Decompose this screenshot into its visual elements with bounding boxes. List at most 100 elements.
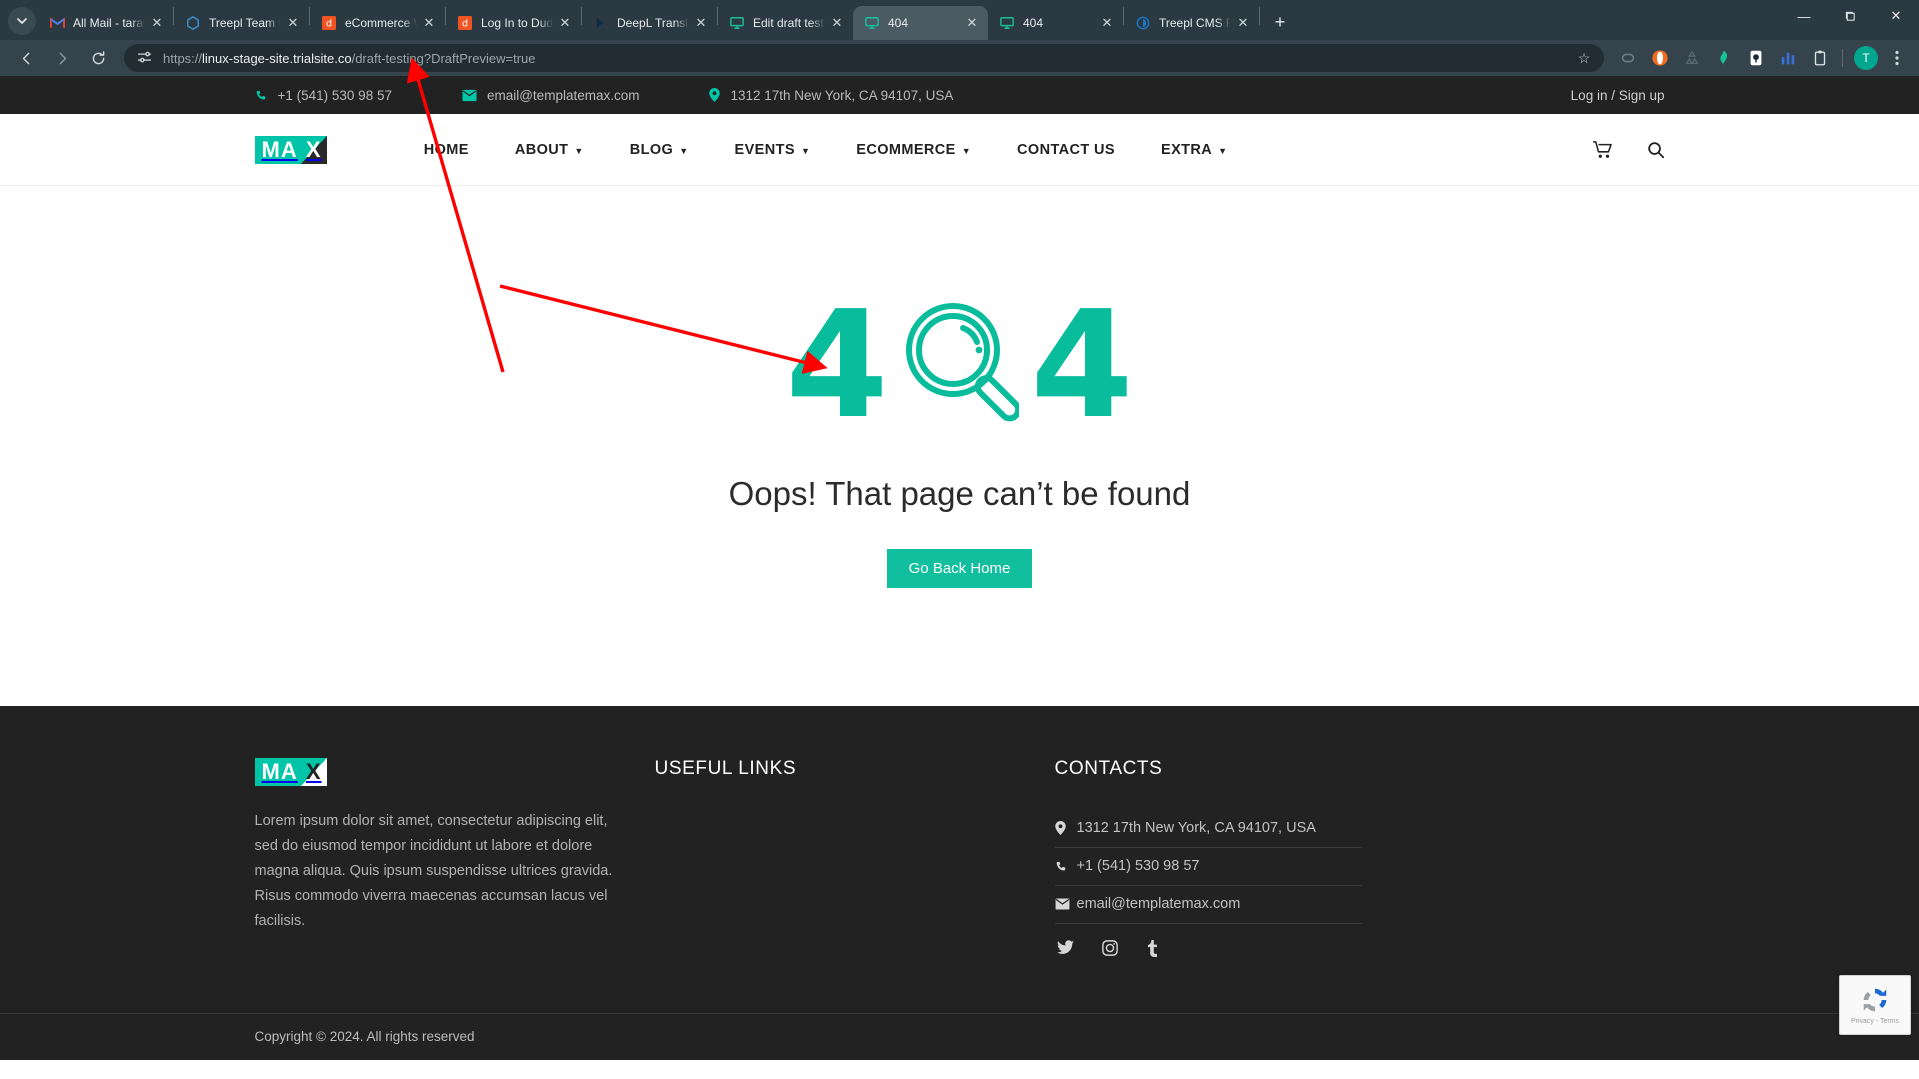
browser-toolbar: https://linux-stage-site.trialsite.co/dr… [0, 40, 1919, 76]
logo-text-x: X [300, 135, 327, 164]
error-graphic: 4 4 [786, 291, 1134, 439]
toolbar-divider [1842, 49, 1843, 67]
recaptcha-badge[interactable]: Privacy - Terms [1839, 975, 1911, 1035]
monitor-icon [999, 15, 1015, 31]
site-settings-icon[interactable] [136, 49, 154, 67]
svg-text:d: d [326, 19, 332, 30]
search-icon[interactable] [1647, 141, 1665, 159]
link-icon[interactable] [1615, 45, 1641, 71]
topbar-address-text: 1312 17th New York, CA 94107, USA [730, 87, 954, 103]
tab-title: All Mail - taras.r@web [73, 16, 145, 30]
treepl-icon [185, 15, 201, 31]
close-icon[interactable]: ✕ [829, 15, 845, 31]
footer-social-links [1055, 940, 1455, 957]
navbar-actions [1559, 140, 1665, 159]
close-icon[interactable]: ✕ [1099, 15, 1115, 31]
browser-tab[interactable]: Treepl Team v7.0 Back ✕ [174, 6, 309, 40]
browser-tab-active[interactable]: 404 ✕ [853, 6, 988, 40]
browser-tab[interactable]: d Log In to Duda Platfo ✕ [446, 6, 581, 40]
close-icon[interactable]: ✕ [1235, 15, 1251, 31]
duda-icon: d [321, 15, 337, 31]
tab-search-button[interactable] [8, 7, 36, 35]
tab-title: Log In to Duda Platfo [481, 16, 553, 30]
menu-item-contact-us[interactable]: CONTACT US [1017, 142, 1115, 158]
site-logo[interactable]: MA X [254, 135, 327, 164]
recaptcha-label: Privacy - Terms [1850, 1018, 1900, 1025]
close-icon[interactable]: ✕ [421, 15, 437, 31]
menu-item-extra[interactable]: EXTRA ▼ [1161, 142, 1227, 158]
menu-item-about[interactable]: ABOUT ▼ [515, 142, 584, 158]
menu-item-ecommerce[interactable]: ECOMMERCE ▼ [856, 142, 971, 158]
browser-tab[interactable]: Treepl CMS Features f ✕ [1124, 6, 1259, 40]
browser-tab[interactable]: DeepL Translate: The ✕ [582, 6, 717, 40]
gmail-icon [49, 15, 65, 31]
error-section: 4 4 Oops! That page can’t be found Go Ba… [0, 186, 1919, 706]
browser-tab[interactable]: 404 ✕ [988, 6, 1123, 40]
copyright-text: Copyright © 2024. All rights reserved [254, 1029, 475, 1044]
location-icon [709, 88, 721, 102]
topbar-phone[interactable]: +1 (541) 530 98 57 [255, 88, 392, 103]
bookmark-star-icon[interactable]: ☆ [1574, 50, 1594, 67]
recycle-icon[interactable] [1679, 45, 1705, 71]
address-bar[interactable]: https://linux-stage-site.trialsite.co/dr… [124, 44, 1604, 72]
menu-item-blog[interactable]: BLOG ▼ [630, 142, 689, 158]
close-icon[interactable]: ✕ [557, 15, 573, 31]
close-icon[interactable]: ✕ [964, 15, 980, 31]
chevron-down-icon: ▼ [1218, 145, 1228, 156]
tab-title: 404 [1023, 16, 1044, 30]
topbar-email-text: email@templatemax.com [486, 87, 640, 103]
topbar-email[interactable]: email@templatemax.com [462, 87, 640, 103]
error-digit-right: 4 [1030, 279, 1134, 451]
clipboard-icon[interactable] [1807, 45, 1833, 71]
bird-icon[interactable] [1711, 45, 1737, 71]
site-footer: MA X Lorem ipsum dolor sit amet, consect… [0, 706, 1919, 1013]
login-signup-link[interactable]: Log in / Sign up [1571, 88, 1665, 103]
magnifier-icon [901, 298, 1021, 433]
window-controls: — ✕ [1781, 0, 1919, 40]
tab-title: Treepl Team v7.0 Back [209, 16, 281, 30]
duda-icon: d [457, 15, 473, 31]
chevron-down-icon: ▼ [574, 145, 584, 156]
deepl-icon [593, 15, 609, 31]
browser-tab[interactable]: d eCommerce Website ✕ [310, 6, 445, 40]
footer-address-text: 1312 17th New York, CA 94107, USA [1076, 820, 1316, 836]
opera-icon[interactable] [1647, 45, 1673, 71]
back-icon[interactable] [12, 44, 40, 72]
twitter-icon[interactable] [1056, 940, 1074, 957]
footer-email-text: email@templatemax.com [1076, 896, 1241, 912]
tumblr-icon[interactable] [1146, 940, 1158, 957]
footer-about-text: Lorem ipsum dolor sit amet, consectetur … [254, 813, 613, 929]
footer-contact-email[interactable]: email@templatemax.com [1054, 886, 1362, 924]
close-icon[interactable]: ✕ [693, 15, 709, 31]
error-heading: Oops! That page can’t be found [728, 475, 1191, 512]
password-icon[interactable] [1743, 45, 1769, 71]
footer-copyright-bar: Copyright © 2024. All rights reserved [0, 1013, 1919, 1060]
location-icon [1054, 821, 1077, 835]
forward-icon[interactable] [48, 44, 76, 72]
maximize-button[interactable] [1827, 0, 1873, 32]
reload-icon[interactable] [84, 44, 112, 72]
footer-useful-links-title: USEFUL LINKS [654, 758, 797, 779]
close-icon[interactable]: ✕ [149, 15, 165, 31]
cart-icon[interactable] [1592, 140, 1613, 159]
footer-logo[interactable]: MA X [254, 758, 327, 786]
chrome-menu-icon[interactable] [1886, 45, 1908, 71]
instagram-icon[interactable] [1101, 940, 1118, 957]
menu-item-events[interactable]: EVENTS ▼ [735, 142, 811, 158]
browser-tab[interactable]: All Mail - taras.r@web ✕ [38, 6, 173, 40]
error-digit-left: 4 [785, 279, 889, 451]
footer-contacts-column: CONTACTS 1312 17th New York, CA 94107, U… [1054, 758, 1455, 957]
phone-icon [1055, 860, 1077, 873]
close-button[interactable]: ✕ [1873, 0, 1919, 32]
minimize-button[interactable]: — [1781, 0, 1827, 32]
topbar-address: 1312 17th New York, CA 94107, USA [709, 88, 953, 103]
browser-tab[interactable]: Edit draft testing ✕ [718, 6, 853, 40]
new-tab-button[interactable]: + [1266, 8, 1294, 36]
menu-item-home[interactable]: HOME [424, 142, 469, 158]
chevron-down-icon: ▼ [800, 145, 811, 156]
analytics-icon[interactable] [1775, 45, 1801, 71]
avatar[interactable]: T [1854, 46, 1878, 70]
close-icon[interactable]: ✕ [285, 15, 301, 31]
go-back-home-button[interactable]: Go Back Home [886, 549, 1033, 588]
footer-contact-phone[interactable]: +1 (541) 530 98 57 [1054, 848, 1362, 886]
